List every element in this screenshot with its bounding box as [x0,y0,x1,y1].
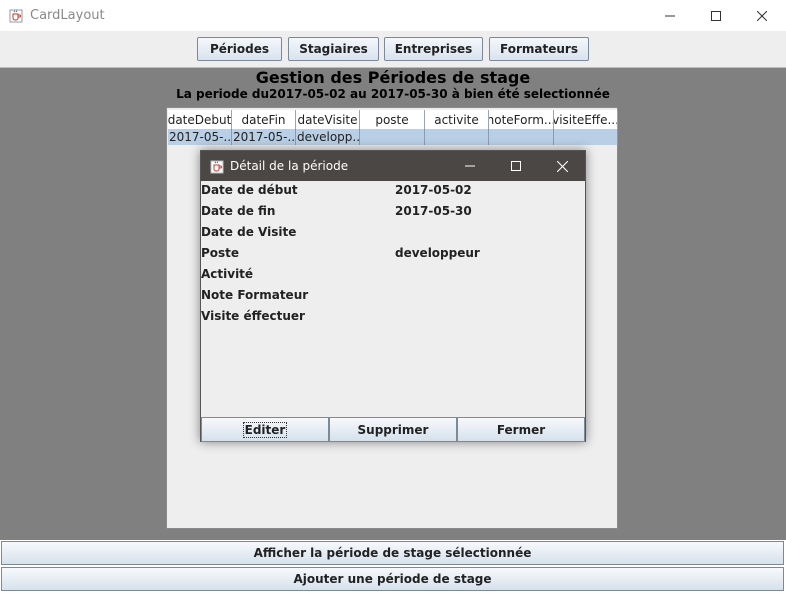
field-value-start-date: 2017-05-02 [395,183,472,197]
column-header[interactable]: visiteEffe... [554,110,618,130]
java-cup-icon [9,8,23,23]
dialog-title: Détail de la période [230,159,349,173]
dialog-maximize-button[interactable] [493,151,539,181]
close-button[interactable] [739,0,785,31]
selection-status: La periode du2017-05-02 au 2017-05-30 à … [176,87,610,101]
field-label-end-date: Date de fin [201,204,276,218]
stagiaires-button[interactable]: Stagiaires [288,37,379,61]
dialog-close-button[interactable] [539,151,585,181]
column-header[interactable]: dateVisite [296,110,360,130]
field-label-visite: Visite éffectuer [201,309,305,323]
minimize-button[interactable] [647,0,693,31]
dialog-titlebar[interactable]: Détail de la période [201,151,585,181]
maximize-button[interactable] [693,0,739,31]
window-title: CardLayout [30,8,105,23]
main-titlebar: CardLayout [0,0,786,32]
java-cup-icon [210,159,224,174]
delete-button[interactable]: Supprimer [329,417,457,442]
table-cell[interactable]: 2017-05-... [168,129,232,145]
show-period-button[interactable]: Afficher la période de stage sélectionné… [1,541,784,565]
field-label-start-date: Date de début [201,183,298,197]
table-cell[interactable]: developp... [296,129,360,145]
field-label-poste: Poste [201,246,240,260]
page-title: Gestion des Périodes de stage [255,68,531,87]
field-value-poste: developpeur [395,246,480,260]
close-dialog-button[interactable]: Fermer [457,417,585,442]
nav-toolbar: Périodes Stagiaires Entreprises Formateu… [0,31,786,68]
add-period-button[interactable]: Ajouter une période de stage [1,567,784,591]
period-detail-dialog: Détail de la période Date de début 2017-… [200,150,586,442]
column-header[interactable]: activite [425,110,489,130]
column-header[interactable]: dateFin [232,110,296,130]
table-header: dateDebut dateFin dateVisite poste activ… [168,110,618,130]
column-header[interactable]: poste [360,110,425,130]
periodes-button[interactable]: Périodes [197,37,282,61]
field-value-end-date: 2017-05-30 [395,204,472,218]
close-icon [757,10,767,21]
minimize-icon [465,165,475,167]
minimize-icon [665,15,675,16]
edit-button-label: Editer [242,421,288,438]
table-cell[interactable] [554,129,618,145]
table-cell[interactable] [489,129,554,145]
maximize-icon [511,161,521,171]
edit-button[interactable]: Editer [201,417,329,442]
column-header[interactable]: noteForm... [489,110,554,130]
table-cell[interactable] [360,129,425,145]
field-label-note: Note Formateur [201,288,309,302]
formateurs-button[interactable]: Formateurs [489,37,589,61]
entreprises-button[interactable]: Entreprises [384,37,483,61]
field-label-visit-date: Date de Visite [201,225,297,239]
field-label-activite: Activité [201,267,254,281]
close-icon [556,160,568,172]
column-header[interactable]: dateDebut [168,110,232,130]
table-cell[interactable]: 2017-05-... [232,129,296,145]
dialog-minimize-button[interactable] [447,151,493,181]
table-row[interactable]: 2017-05-... 2017-05-... developp... [168,129,618,145]
table-cell[interactable] [425,129,489,145]
maximize-icon [711,10,721,21]
